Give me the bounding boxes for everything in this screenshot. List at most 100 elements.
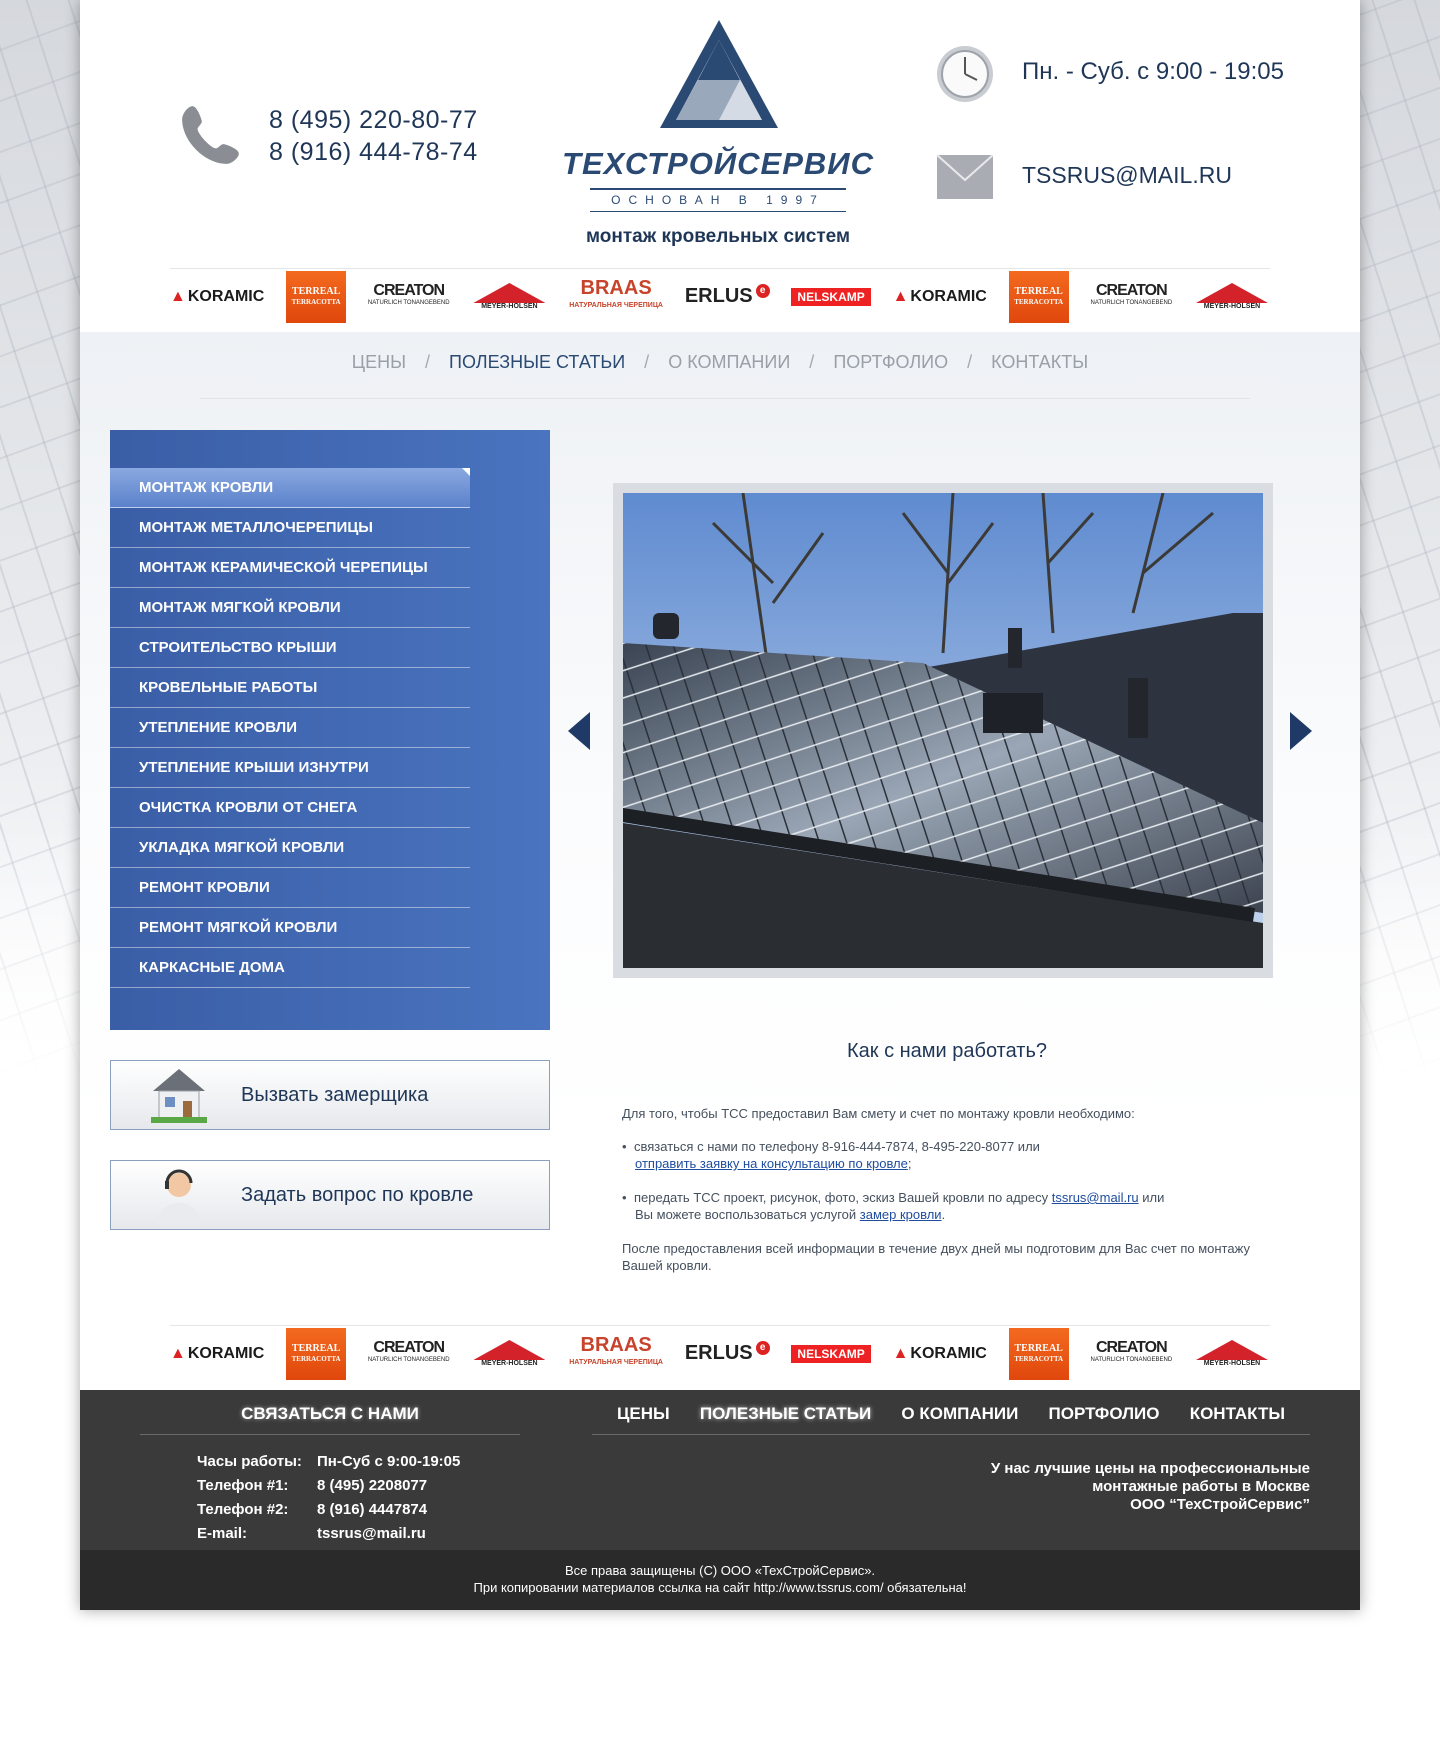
footer-nav-contacts[interactable]: КОНТАКТЫ: [1190, 1404, 1285, 1424]
value[interactable]: tssrus@mail.ru: [317, 1522, 426, 1546]
brand-koramic: ▲ KORAMIC: [170, 1344, 265, 1362]
brand-creaton: CREATON NATURLICH TONANGEBEND: [1090, 271, 1172, 323]
logo-tagline: монтаж кровельных систем: [585, 226, 850, 247]
sidebar-item[interactable]: КРОВЕЛЬНЫЕ РАБОТЫ: [110, 668, 470, 708]
howto-outro: После предоставления всей информации в т…: [622, 1241, 1250, 1273]
site-logo[interactable]: ТЕХСТРОЙСЕРВИС ОСНОВАН В 1997 монтаж кро…: [558, 18, 878, 248]
brand-name: CREATON: [373, 281, 445, 299]
brand-sub: NATURLICH TONANGEBEND: [1090, 1356, 1173, 1363]
call-measurer-button[interactable]: Вызвать замерщика: [110, 1060, 550, 1130]
sidebar-item[interactable]: КАРКАСНЫЕ ДОМА: [110, 948, 470, 988]
bullet-dot: •: [622, 1190, 627, 1205]
sidebar-item[interactable]: УТЕПЛЕНИЕ КРЫШИ ИЗНУТРИ: [110, 748, 470, 788]
logo-title: ТЕХСТРОЙСЕРВИС: [562, 146, 874, 181]
footer-email-row: E-mail: tssrus@mail.ru: [197, 1522, 460, 1546]
brand-name: KORAMIC: [187, 287, 265, 305]
consultation-request-link[interactable]: отправить заявку на консультацию по кров…: [635, 1156, 908, 1171]
sidebar-item[interactable]: УКЛАДКА МЯГКОЙ КРОВЛИ: [110, 828, 470, 868]
nav-contacts[interactable]: КОНТАКТЫ: [991, 352, 1088, 373]
label: Часы работы:: [197, 1453, 302, 1470]
label: E-mail:: [197, 1525, 248, 1542]
sidebar-menu: МОНТАЖ КРОВЛИ МОНТАЖ МЕТАЛЛОЧЕРЕПИЦЫ МОН…: [110, 430, 550, 1030]
sidebar-item[interactable]: МОНТАЖ МЯГКОЙ КРОВЛИ: [110, 588, 470, 628]
brand-name: KORAMIC: [910, 1344, 987, 1362]
brand-sub: TERRACOTTA: [1014, 297, 1064, 306]
brand-sub: TERRACOTTA: [1014, 1354, 1064, 1363]
roof-photo: [620, 492, 1263, 968]
image-slider: [613, 483, 1273, 978]
footer-slogan: У нас лучшие цены на профессиональные мо…: [880, 1460, 1310, 1514]
brand-sub: TERRACOTTA: [291, 1354, 341, 1363]
footer-nav-about[interactable]: О КОМПАНИИ: [901, 1404, 1018, 1424]
sidebar-item[interactable]: РЕМОНТ МЯГКОЙ КРОВЛИ: [110, 908, 470, 948]
sidebar-item[interactable]: СТРОИТЕЛЬСТВО КРЫШИ: [110, 628, 470, 668]
brand-erlus: ERLUS e: [685, 1328, 770, 1380]
bullet-text: передать ТСС проект, рисунок, фото, эски…: [634, 1190, 1049, 1205]
brand-name: BRAAS: [580, 276, 652, 299]
mail-icon: [936, 154, 994, 199]
brand-koramic: ▲ KORAMIC: [170, 287, 265, 305]
sidebar-item[interactable]: РЕМОНТ КРОВЛИ: [110, 868, 470, 908]
footer-phone1-row: Телефон #1: 8 (495) 2208077: [197, 1474, 460, 1498]
sidebar-item[interactable]: ОЧИСТКА КРОВЛИ ОТ СНЕГА: [110, 788, 470, 828]
value[interactable]: 8 (916) 4447874: [317, 1498, 427, 1522]
slider-prev-arrow-icon[interactable]: [568, 712, 590, 750]
nav-articles[interactable]: ПОЛЕЗНЫЕ СТАТЬИ: [449, 352, 625, 373]
bullet-line: • передать ТСС проект, рисунок, фото, эск…: [622, 1189, 1262, 1206]
phone-number-1[interactable]: 8 (495) 220-80-77: [269, 104, 478, 136]
sidebar-item[interactable]: МОНТАЖ КЕРАМИЧЕСКОЙ ЧЕРЕПИЦЫ: [110, 548, 470, 588]
sidebar-list: МОНТАЖ КРОВЛИ МОНТАЖ МЕТАЛЛОЧЕРЕПИЦЫ МОН…: [110, 468, 470, 988]
sidebar-item[interactable]: МОНТАЖ МЕТАЛЛОЧЕРЕПИЦЫ: [110, 508, 470, 548]
brand-sub: NATURLICH TONANGEBEND: [367, 299, 450, 306]
brand-erlus: ERLUS e: [685, 271, 770, 323]
nav-separator: /: [425, 352, 431, 372]
operator-icon: [157, 1169, 201, 1225]
brand-name: CREATON: [1096, 1338, 1168, 1356]
email-link[interactable]: tssrus@mail.ru: [1052, 1189, 1139, 1206]
brand-meyer-holsen: MEYER-HOLSEN: [471, 271, 547, 323]
header-email[interactable]: TSSRUS@MAIL.RU: [1022, 162, 1232, 189]
nav-about[interactable]: О КОМПАНИИ: [668, 352, 790, 373]
roof-icon: [1195, 283, 1268, 303]
nav-prices[interactable]: ЦЕНЫ: [352, 352, 406, 373]
bullet-line: отправить заявку на консультацию по кров…: [622, 1155, 1262, 1172]
measurement-service-link[interactable]: замер кровли: [860, 1207, 942, 1222]
ask-question-button[interactable]: Задать вопрос по кровле: [110, 1160, 550, 1230]
howto-bullet-2: • передать ТСС проект, рисунок, фото, эск…: [622, 1189, 1262, 1223]
brand-terreal: TERREAL TERRACOTTA: [1008, 1327, 1069, 1380]
footer-hours-row: Часы работы: Пн-Суб с 9:00-19:05: [197, 1450, 460, 1474]
howto-title: Как с нами работать?: [847, 1040, 1047, 1062]
sidebar-item[interactable]: УТЕПЛЕНИЕ КРОВЛИ: [110, 708, 470, 748]
brand-braas: BRAAS НАТУРАЛЬНАЯ ЧЕРЕПИЦА: [569, 1328, 663, 1380]
brand-name: TERREAL: [291, 1342, 341, 1354]
slider-next-arrow-icon[interactable]: [1290, 712, 1312, 750]
phone-number-2[interactable]: 8 (916) 444-78-74: [269, 136, 478, 168]
footer-nav-portfolio[interactable]: ПОРТФОЛИО: [1049, 1404, 1160, 1424]
nav-portfolio[interactable]: ПОРТФОЛИО: [833, 352, 948, 373]
brand-name: MEYER-HOLSEN: [1203, 303, 1261, 310]
nav-separator: /: [644, 352, 650, 372]
brand-strip-bottom: ▲ KORAMIC TERREAL TERRACOTTA CREATON NATURL…: [170, 1325, 1270, 1381]
ask-question-label: Задать вопрос по кровле: [241, 1183, 474, 1206]
main-nav: ЦЕНЫ / ПОЛЕЗНЫЕ СТАТЬИ / О КОМПАНИИ / ПО…: [80, 352, 1360, 373]
slogan-line: ООО “ТехСтройСервис”: [1130, 1496, 1310, 1513]
brand-creaton: CREATON NATURLICH TONANGEBEND: [368, 1328, 450, 1380]
sidebar-item[interactable]: МОНТАЖ КРОВЛИ: [110, 468, 470, 508]
brand-name: KORAMIC: [187, 1344, 265, 1362]
label: Телефон #1:: [197, 1477, 289, 1494]
value[interactable]: 8 (495) 2208077: [317, 1474, 427, 1498]
brand-terreal: TERREAL TERRACOTTA: [286, 270, 347, 323]
roof-icon: [473, 283, 546, 303]
roof-icon: [1195, 1340, 1268, 1360]
brand-braas: BRAAS НАТУРАЛЬНАЯ ЧЕРЕПИЦА: [569, 271, 663, 323]
footer-nav-prices[interactable]: ЦЕНЫ: [617, 1404, 670, 1424]
brand-meyer-holsen: MEYER-HOLSEN: [1194, 271, 1270, 323]
nav-divider: [200, 398, 1250, 399]
brand-terreal: TERREAL TERRACOTTA: [1008, 270, 1069, 323]
howto-intro: Для того, чтобы ТСС предоставил Вам смет…: [622, 1106, 1135, 1121]
bullet-mid: или: [1142, 1190, 1165, 1205]
brand-nelskamp: NELSKAMP: [791, 287, 871, 306]
brand-meyer-holsen: MEYER-HOLSEN: [1194, 1328, 1270, 1380]
header-phones: 8 (495) 220-80-77 8 (916) 444-78-74: [269, 104, 478, 168]
footer-nav-articles[interactable]: ПОЛЕЗНЫЕ СТАТЬИ: [700, 1404, 871, 1424]
